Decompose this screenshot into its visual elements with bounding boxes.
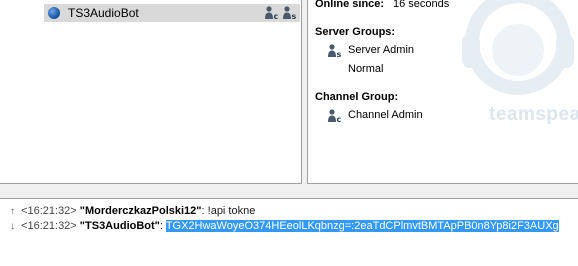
outgoing-arrow-icon: ↓ <box>10 221 15 232</box>
chat-message: ↓ <16:21:32> "TS3AudioBot": TGX2HwaWoyeO… <box>10 220 559 232</box>
pane-splitter[interactable] <box>0 184 578 198</box>
message-separator: : <box>201 205 205 217</box>
message-separator: : <box>159 220 163 232</box>
channel-tree[interactable]: TS3AudioBot c s <box>0 0 302 184</box>
channel-admin-badge-icon: c <box>265 6 279 21</box>
message-sender[interactable]: "TS3AudioBot" <box>80 220 160 232</box>
server-groups-label: Server Groups: <box>315 26 396 38</box>
svg-text:s: s <box>292 12 297 21</box>
server-group-item: Normal <box>348 63 384 75</box>
chat-message: ↑ <16:21:32> "MorderczkazPolski12": !api… <box>10 205 255 217</box>
server-admin-badge-icon: s <box>283 6 297 21</box>
channel-group-item: Channel Admin <box>348 109 423 121</box>
message-text: !api tokne <box>207 205 256 217</box>
channel-group-label: Channel Group: <box>315 91 399 103</box>
message-sender[interactable]: "MorderczkazPolski12" <box>80 205 202 217</box>
server-group-icon: s <box>328 44 342 59</box>
client-status-icon <box>48 7 60 19</box>
svg-text:c: c <box>274 12 279 21</box>
message-text-selected[interactable]: TGX2HwaWoyeO374HEeolLKqbnzg=:2eaTdCPlmvt… <box>165 220 559 232</box>
message-timestamp: <16:21:32> <box>21 205 77 217</box>
svg-text:s: s <box>337 50 342 59</box>
client-row-ts3audiobot[interactable]: TS3AudioBot c s <box>44 4 300 22</box>
teamspeak-logo-icon <box>462 0 574 95</box>
chat-log[interactable]: ↑ <16:21:32> "MorderczkazPolski12": !api… <box>0 198 578 266</box>
message-timestamp: <16:21:32> <box>21 220 77 232</box>
teamspeak-watermark: teamspeak <box>489 104 578 125</box>
svg-text:c: c <box>337 115 342 124</box>
channel-group-icon: c <box>328 109 342 124</box>
online-since-label: Online since: <box>315 0 385 10</box>
online-since-value: 16 seconds <box>393 0 450 10</box>
server-group-item: Server Admin <box>348 44 415 56</box>
client-info-panel: teamspeak Online since: 16 seconds Serve… <box>307 0 578 184</box>
client-name: TS3AudioBot <box>68 6 139 20</box>
incoming-arrow-icon: ↑ <box>10 206 15 217</box>
